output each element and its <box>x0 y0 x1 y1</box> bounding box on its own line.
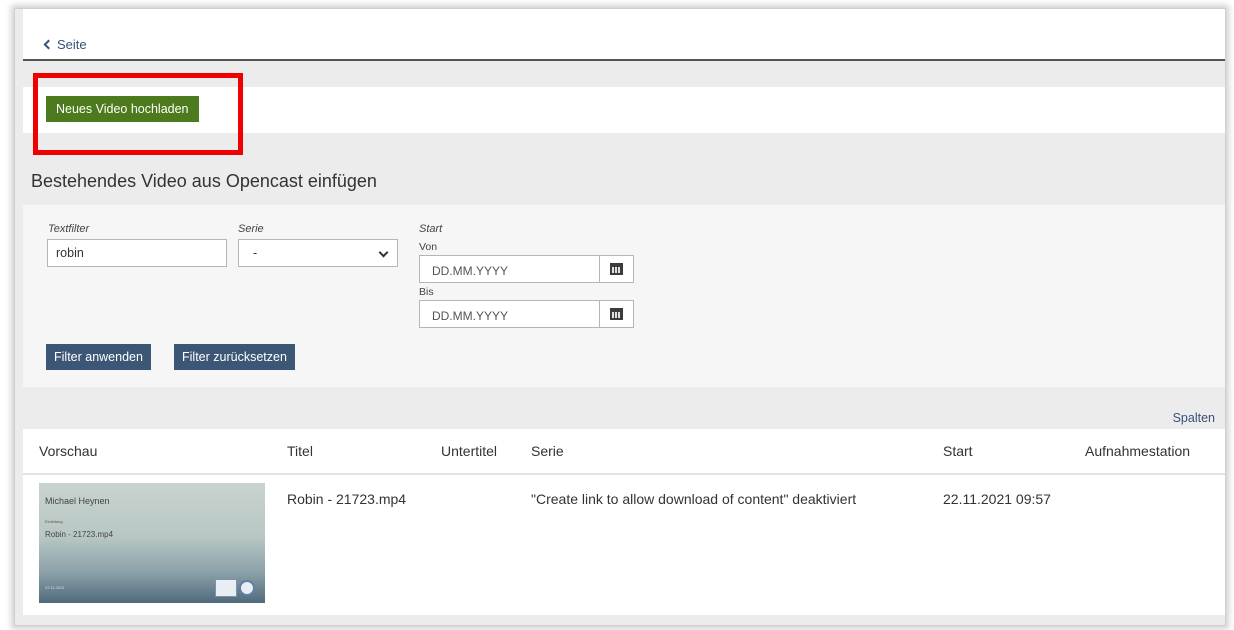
serie-select-value: - <box>253 246 258 260</box>
chevron-left-icon <box>43 39 54 50</box>
to-label: Bis <box>419 286 434 298</box>
from-calendar-button[interactable] <box>599 256 633 282</box>
calendar-icon <box>610 308 623 320</box>
to-date-input[interactable]: DD.MM.YYYY <box>419 300 634 328</box>
table-header-divider <box>23 473 1225 475</box>
start-label: Start <box>419 223 443 235</box>
preview-title: Robin - 21723.mp4 <box>45 530 114 539</box>
column-header-series[interactable]: Serie <box>531 443 564 459</box>
video-preview-thumbnail[interactable]: Michael Heynen Einleitung Robin - 21723.… <box>39 483 265 603</box>
to-date-placeholder: DD.MM.YYYY <box>432 309 509 323</box>
preview-small-text: Einleitung <box>45 519 63 524</box>
chevron-down-icon <box>378 247 389 258</box>
row-series: "Create link to allow download of conten… <box>531 491 857 507</box>
apply-filter-button[interactable]: Filter anwenden <box>46 344 151 370</box>
column-header-subtitle[interactable]: Untertitel <box>441 443 497 459</box>
page-frame: Seite Neues Video hochladen Bestehendes … <box>14 8 1226 626</box>
from-date-placeholder: DD.MM.YYYY <box>432 264 509 278</box>
institution-logo-icon <box>215 579 237 597</box>
serie-label: Serie <box>238 223 264 235</box>
filter-panel: Textfilter robin Serie - Start Von DD.MM… <box>23 205 1225 387</box>
textfilter-label: Textfilter <box>48 223 90 235</box>
section-title: Bestehendes Video aus Opencast einfügen <box>31 171 377 191</box>
row-title[interactable]: Robin - 21723.mp4 <box>287 491 406 507</box>
column-header-title[interactable]: Titel <box>287 443 313 459</box>
header-bar: Seite <box>23 9 1225 61</box>
textfilter-input[interactable]: robin <box>47 239 227 267</box>
to-calendar-button[interactable] <box>599 301 633 327</box>
serie-select[interactable]: - <box>238 239 398 267</box>
back-link[interactable]: Seite <box>43 37 87 52</box>
from-label: Von <box>419 241 438 253</box>
highlight-box <box>33 73 243 155</box>
preview-author: Michael Heynen <box>45 496 110 506</box>
column-header-station[interactable]: Aufnahmestation <box>1085 443 1190 459</box>
video-table: Vorschau Titel Untertitel Serie Start Au… <box>23 429 1225 615</box>
institution-seal-icon <box>239 580 255 596</box>
back-label: Seite <box>57 37 87 52</box>
from-date-input[interactable]: DD.MM.YYYY <box>419 255 634 283</box>
column-header-preview[interactable]: Vorschau <box>39 443 97 459</box>
columns-link[interactable]: Spalten <box>1173 411 1215 425</box>
calendar-icon <box>610 263 623 275</box>
reset-filter-button[interactable]: Filter zurücksetzen <box>174 344 295 370</box>
preview-date: 22.11.2021 <box>45 585 65 590</box>
column-header-start[interactable]: Start <box>943 443 973 459</box>
row-start: 22.11.2021 09:57 <box>943 491 1051 507</box>
